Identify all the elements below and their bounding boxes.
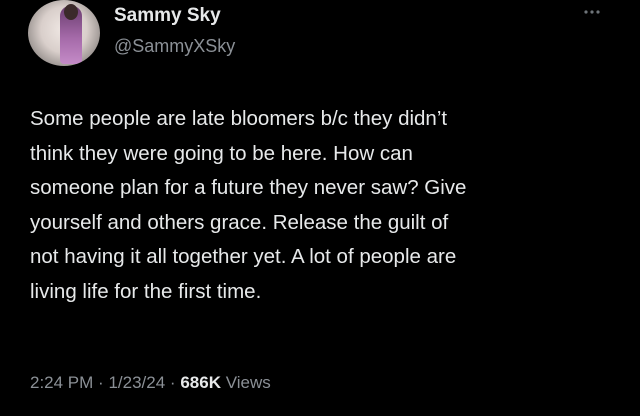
user-handle[interactable]: @SammyXSky xyxy=(114,34,235,58)
tweet-text-line: living life for the first time. xyxy=(30,279,262,303)
views-label: Views xyxy=(225,373,271,392)
tweet-time[interactable]: 2:24 PM xyxy=(30,373,93,392)
avatar-figure-head xyxy=(64,4,78,20)
meta-separator: · xyxy=(98,373,104,392)
avatar[interactable] xyxy=(28,0,100,66)
tweet-text-line: not having it all together yet. A lot of… xyxy=(30,245,457,268)
ellipsis-icon xyxy=(584,10,600,14)
meta-separator: · xyxy=(169,373,176,392)
tweet-text: Some people are late bloomers b/c they d… xyxy=(30,102,616,309)
tweet-text-line: Some people are late bloomers b/c they d… xyxy=(30,107,448,130)
display-name[interactable]: Sammy Sky xyxy=(114,4,221,28)
tweet-text-line: yourself and others grace. Release the g… xyxy=(30,210,449,234)
tweet-date[interactable]: 1/23/24 xyxy=(108,373,165,392)
more-options-icon[interactable] xyxy=(580,4,604,20)
tweet-text-line: someone plan for a future they never saw… xyxy=(30,176,467,199)
views-count: 686K xyxy=(180,373,221,392)
tweet-card: Sammy Sky @SammyXSky Some people are lat… xyxy=(0,0,640,416)
tweet-text-line: think they were going to be here. How ca… xyxy=(30,141,413,165)
tweet-meta: 2:24 PM · 1/23/24 · 686K Views xyxy=(30,371,271,395)
